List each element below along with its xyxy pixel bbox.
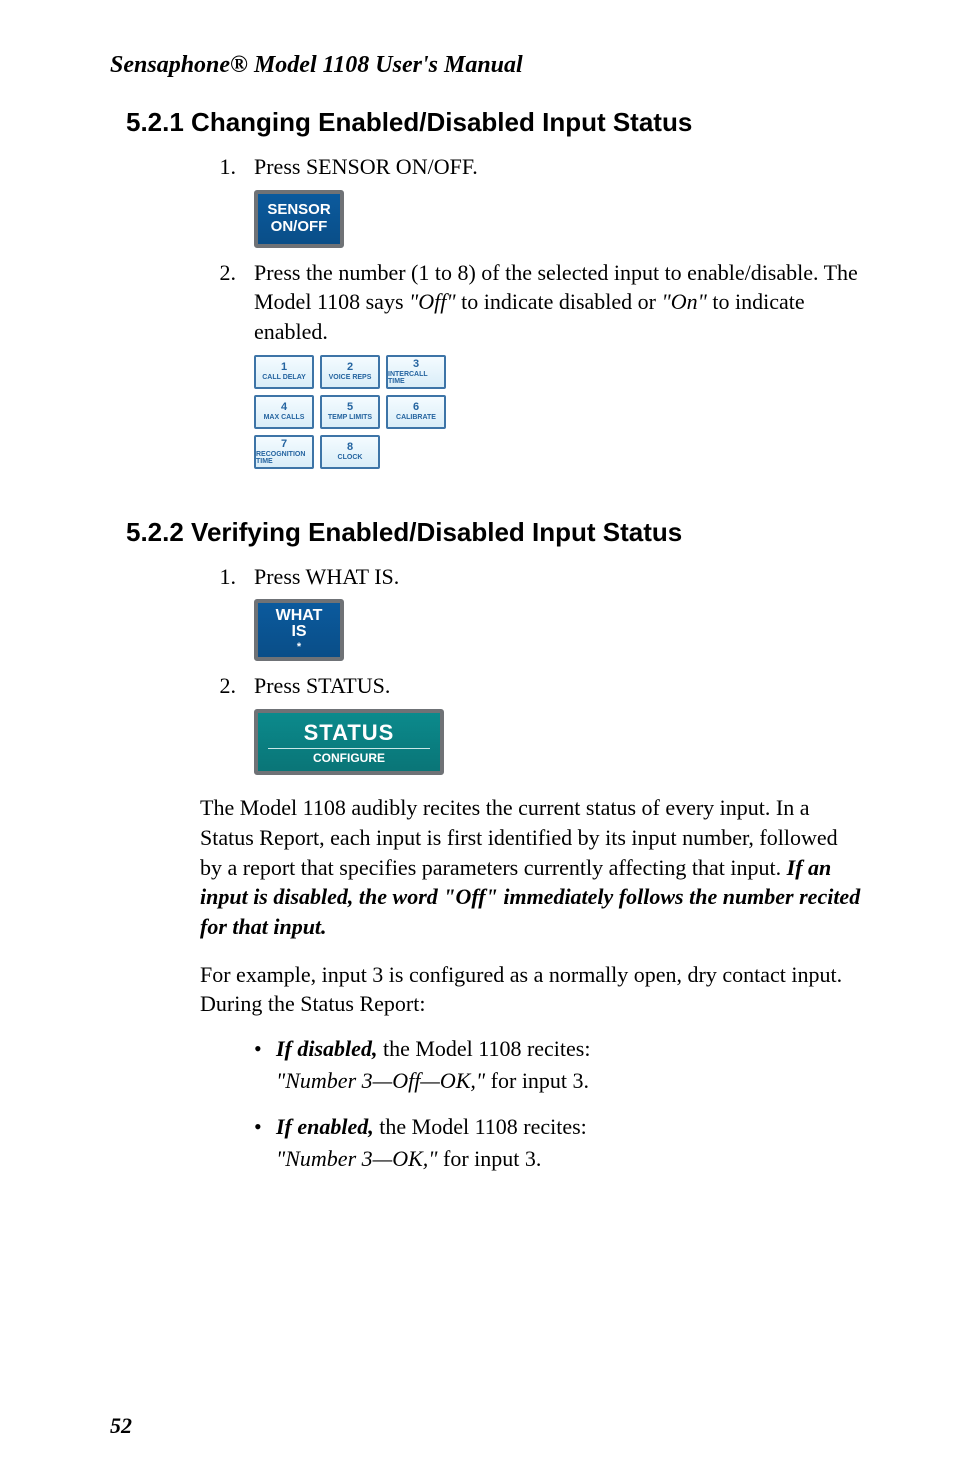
keypad-key-5: 5TEMP LIMITS [320,395,380,429]
sensor-label-line2: ON/OFF [271,219,328,236]
step-number: 2. [200,258,254,347]
keypad-key-2: 2VOICE REPS [320,355,380,389]
keypad-key-number: 1 [281,362,287,373]
status-label-sub: CONFIGURE [313,751,385,765]
keypad-key-4: 4MAX CALLS [254,395,314,429]
keypad-key-label: INTERCALL TIME [388,371,444,385]
keypad-key-number: 8 [347,442,353,453]
bullet-icon: • [254,1111,276,1175]
whatis-label-line1: WHAT [276,608,323,624]
heading-521: 5.2.1 Changing Enabled/Disabled Input St… [126,107,864,138]
keypad-key-label: RECOGNITION TIME [256,451,312,465]
step-521-2: 2. Press the number (1 to 8) of the sele… [200,258,864,347]
keypad-key-number: 4 [281,402,287,413]
keypad-key-number: 5 [347,402,353,413]
step-number: 1. [200,562,254,592]
keypad-key-label: MAX CALLS [264,414,305,421]
step-number: 2. [200,671,254,701]
page-number: 52 [110,1413,132,1439]
heading-522: 5.2.2 Verifying Enabled/Disabled Input S… [126,517,864,548]
bullet-disabled: • If disabled, the Model 1108 recites: "… [254,1033,864,1097]
paragraph-status-explain: The Model 1108 audibly recites the curre… [200,793,864,941]
step-522-1: 1. Press WHAT IS. [200,562,864,592]
whatis-button: WHAT IS * [254,599,344,661]
step-521-1: 1. Press SENSOR ON/OFF. [200,152,864,182]
keypad-key-7: 7RECOGNITION TIME [254,435,314,469]
sensor-onoff-button: SENSOR ON/OFF [254,190,344,248]
keypad-key-label: CALL DELAY [262,374,306,381]
step-text: Press WHAT IS. [254,562,864,592]
paragraph-example: For example, input 3 is configured as a … [200,960,864,1019]
step-number: 1. [200,152,254,182]
keypad-key-6: 6CALIBRATE [386,395,446,429]
sensor-onoff-button-graphic: SENSOR ON/OFF [254,190,864,248]
step-text: Press STATUS. [254,671,864,701]
keypad-key-label: VOICE REPS [329,374,372,381]
keypad-key-number: 2 [347,362,353,373]
keypad-graphic: 1CALL DELAY2VOICE REPS3INTERCALL TIME4MA… [254,355,864,469]
keypad-key-number: 7 [281,439,287,450]
sensor-label-line1: SENSOR [267,202,330,219]
step-text: Press SENSOR ON/OFF. [254,152,864,182]
whatis-button-graphic: WHAT IS * [254,599,864,661]
whatis-label-line2: IS [291,624,306,640]
keypad-key-label: CLOCK [338,454,363,461]
step-text: Press the number (1 to 8) of the selecte… [254,258,864,347]
keypad-key-number: 3 [413,359,419,370]
keypad-key-3: 3INTERCALL TIME [386,355,446,389]
status-button-graphic: STATUS CONFIGURE [254,709,864,775]
status-button: STATUS CONFIGURE [254,709,444,775]
star-icon: * [297,642,301,653]
bullet-enabled: • If enabled, the Model 1108 recites: "N… [254,1111,864,1175]
running-header: Sensaphone® Model 1108 User's Manual [110,52,864,79]
keypad-key-8: 8CLOCK [320,435,380,469]
bullet-icon: • [254,1033,276,1097]
keypad-key-label: CALIBRATE [396,414,436,421]
keypad-key-label: TEMP LIMITS [328,414,372,421]
status-label-main: STATUS [268,720,431,749]
keypad-key-1: 1CALL DELAY [254,355,314,389]
step-522-2: 2. Press STATUS. [200,671,864,701]
keypad-key-number: 6 [413,402,419,413]
